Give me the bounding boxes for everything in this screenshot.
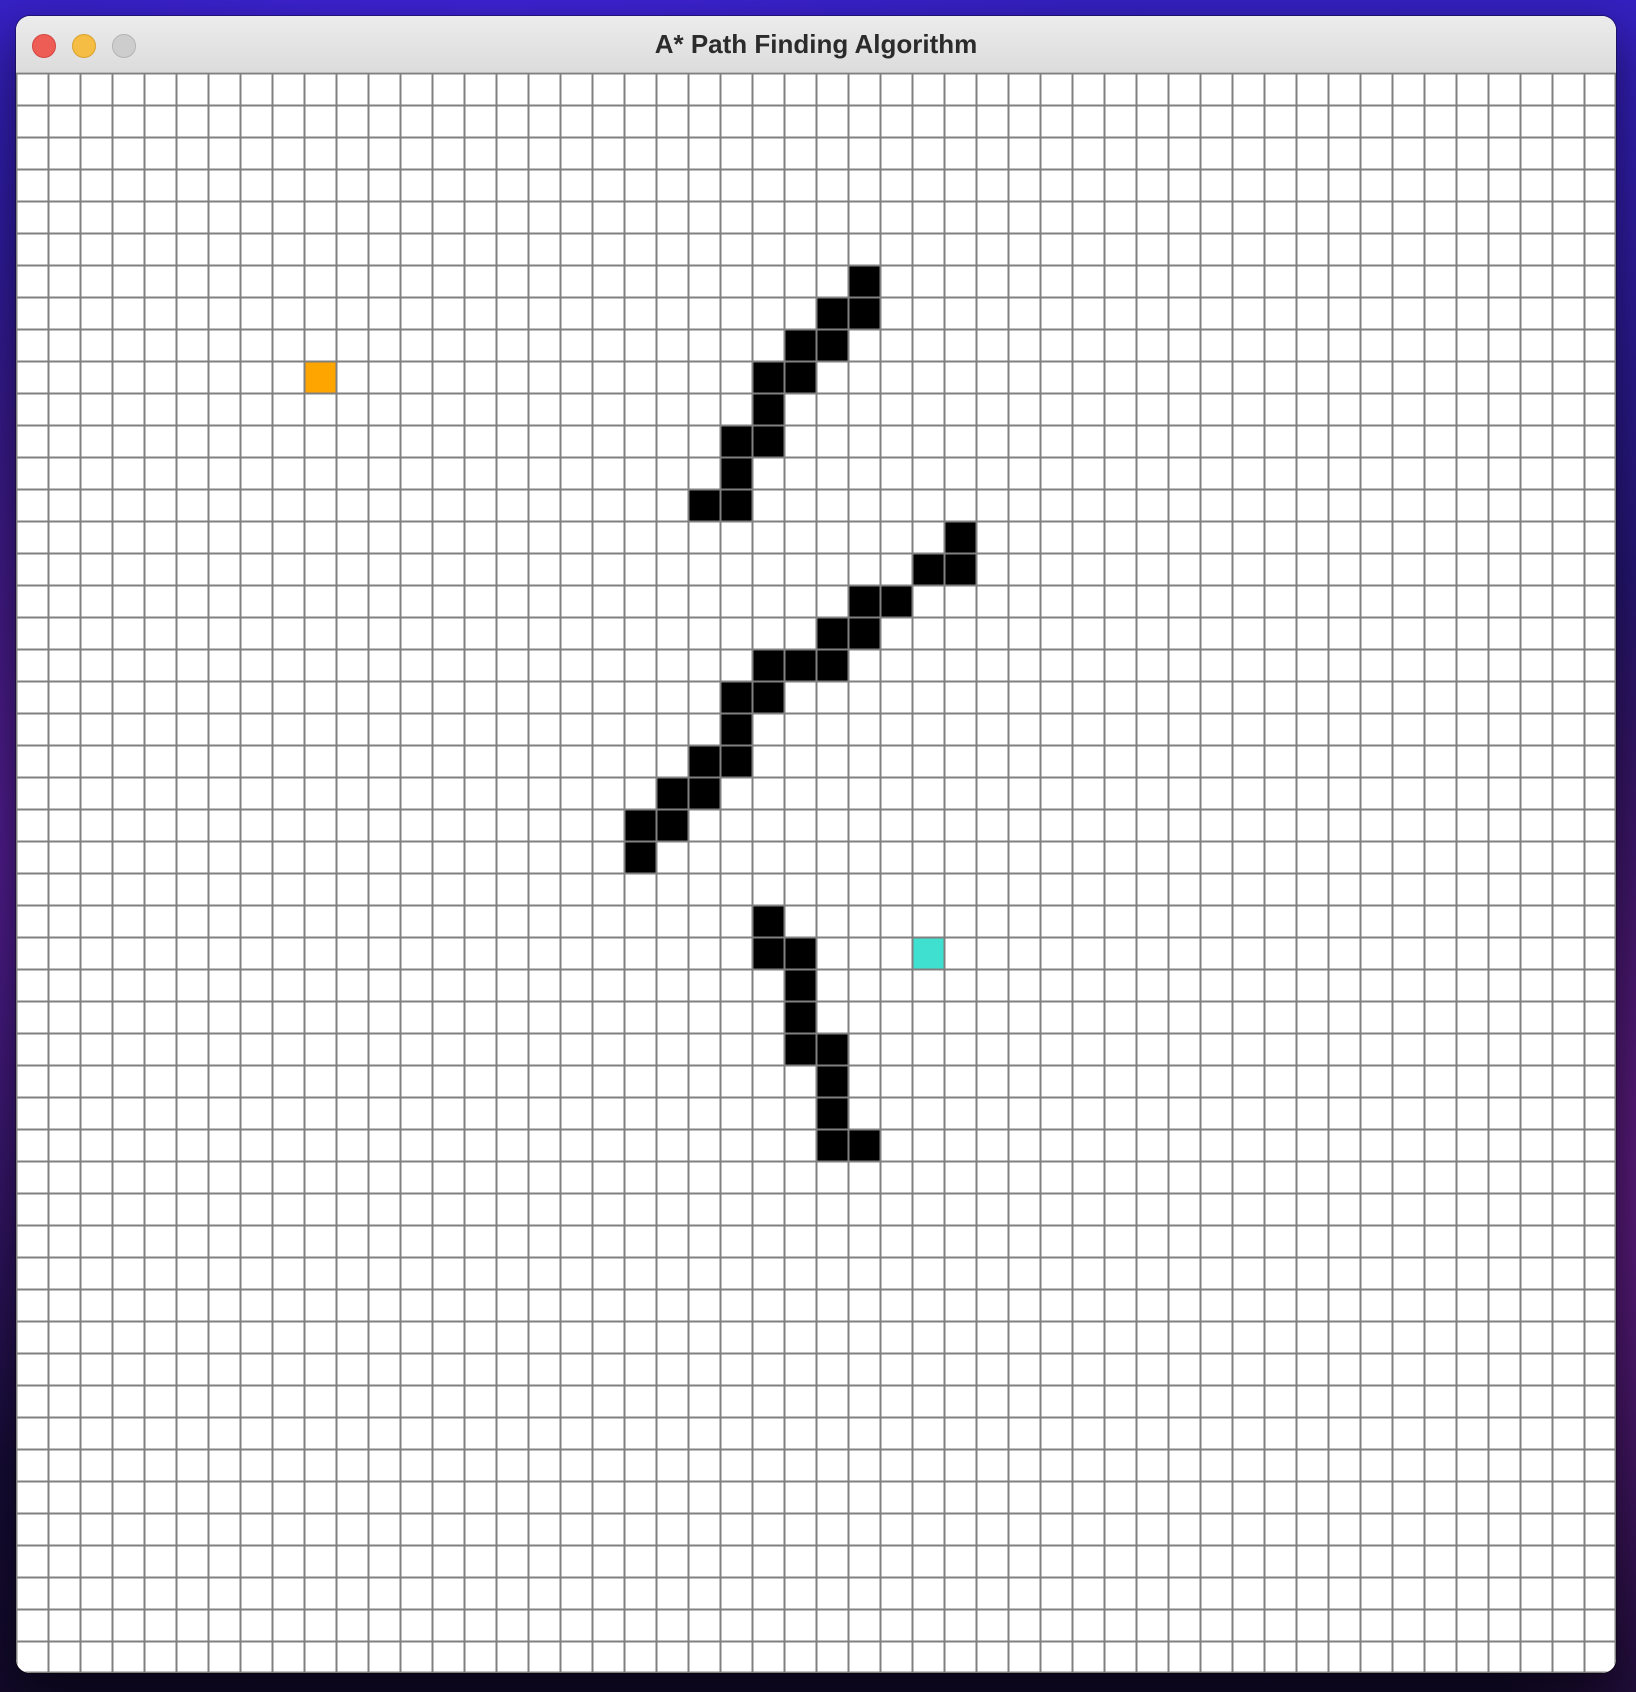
window-title: A* Path Finding Algorithm <box>654 29 978 59</box>
barrier-cell[interactable] <box>784 969 816 1001</box>
app-window: A* Path Finding Algorithm <box>16 16 1616 1673</box>
barrier-cell[interactable] <box>752 361 784 393</box>
barrier-cell[interactable] <box>880 585 912 617</box>
barrier-cell[interactable] <box>784 361 816 393</box>
barrier-cell[interactable] <box>752 425 784 457</box>
grid-canvas[interactable] <box>16 73 1616 1673</box>
barrier-cell[interactable] <box>816 1065 848 1097</box>
barrier-cell[interactable] <box>848 585 880 617</box>
end-node[interactable] <box>912 937 944 969</box>
barrier-cell[interactable] <box>816 1097 848 1129</box>
barrier-cell[interactable] <box>720 489 752 521</box>
barrier-cell[interactable] <box>752 937 784 969</box>
start-node[interactable] <box>304 361 336 393</box>
barrier-cell[interactable] <box>720 425 752 457</box>
barrier-cell[interactable] <box>848 297 880 329</box>
barrier-cell[interactable] <box>816 649 848 681</box>
barrier-cell[interactable] <box>720 457 752 489</box>
barrier-cell[interactable] <box>720 745 752 777</box>
barrier-cell[interactable] <box>816 329 848 361</box>
barrier-cell[interactable] <box>656 777 688 809</box>
barrier-cell[interactable] <box>784 1001 816 1033</box>
barrier-cell[interactable] <box>656 809 688 841</box>
title-bar[interactable]: A* Path Finding Algorithm <box>16 16 1616 73</box>
barrier-cell[interactable] <box>784 329 816 361</box>
barrier-cell[interactable] <box>752 905 784 937</box>
barrier-cell[interactable] <box>784 649 816 681</box>
barrier-cell[interactable] <box>784 1033 816 1065</box>
barrier-cell[interactable] <box>752 393 784 425</box>
barrier-cell[interactable] <box>720 713 752 745</box>
barrier-cell[interactable] <box>624 841 656 873</box>
barrier-cell[interactable] <box>912 553 944 585</box>
barrier-cell[interactable] <box>944 521 976 553</box>
barrier-cell[interactable] <box>848 1129 880 1161</box>
barrier-cell[interactable] <box>848 617 880 649</box>
barrier-cell[interactable] <box>784 937 816 969</box>
barrier-cell[interactable] <box>944 553 976 585</box>
barrier-cell[interactable] <box>816 1033 848 1065</box>
barrier-cell[interactable] <box>816 617 848 649</box>
barrier-cell[interactable] <box>816 1129 848 1161</box>
barrier-cell[interactable] <box>688 745 720 777</box>
barrier-cell[interactable] <box>720 681 752 713</box>
barrier-cell[interactable] <box>624 809 656 841</box>
barrier-cell[interactable] <box>752 649 784 681</box>
barrier-cell[interactable] <box>752 681 784 713</box>
barrier-cell[interactable] <box>816 297 848 329</box>
barrier-cell[interactable] <box>688 777 720 809</box>
pathfinding-grid[interactable] <box>16 73 1616 1673</box>
barrier-cell[interactable] <box>688 489 720 521</box>
barrier-cell[interactable] <box>848 265 880 297</box>
